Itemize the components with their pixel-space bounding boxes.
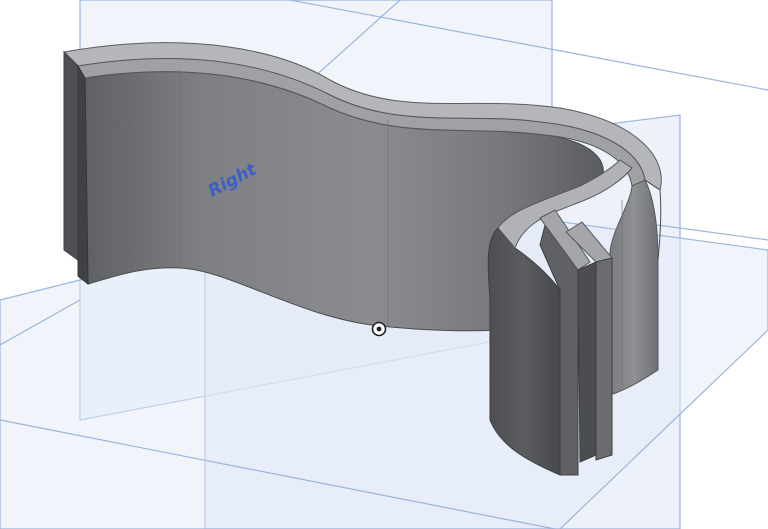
left-end-cap [63,50,79,261]
origin-icon[interactable] [371,321,387,337]
hook-slat-2 [577,261,597,463]
3d-scene[interactable]: Right [0,0,768,529]
graphics-viewport[interactable]: Right [0,0,768,529]
hook-slat-3 [595,257,613,461]
